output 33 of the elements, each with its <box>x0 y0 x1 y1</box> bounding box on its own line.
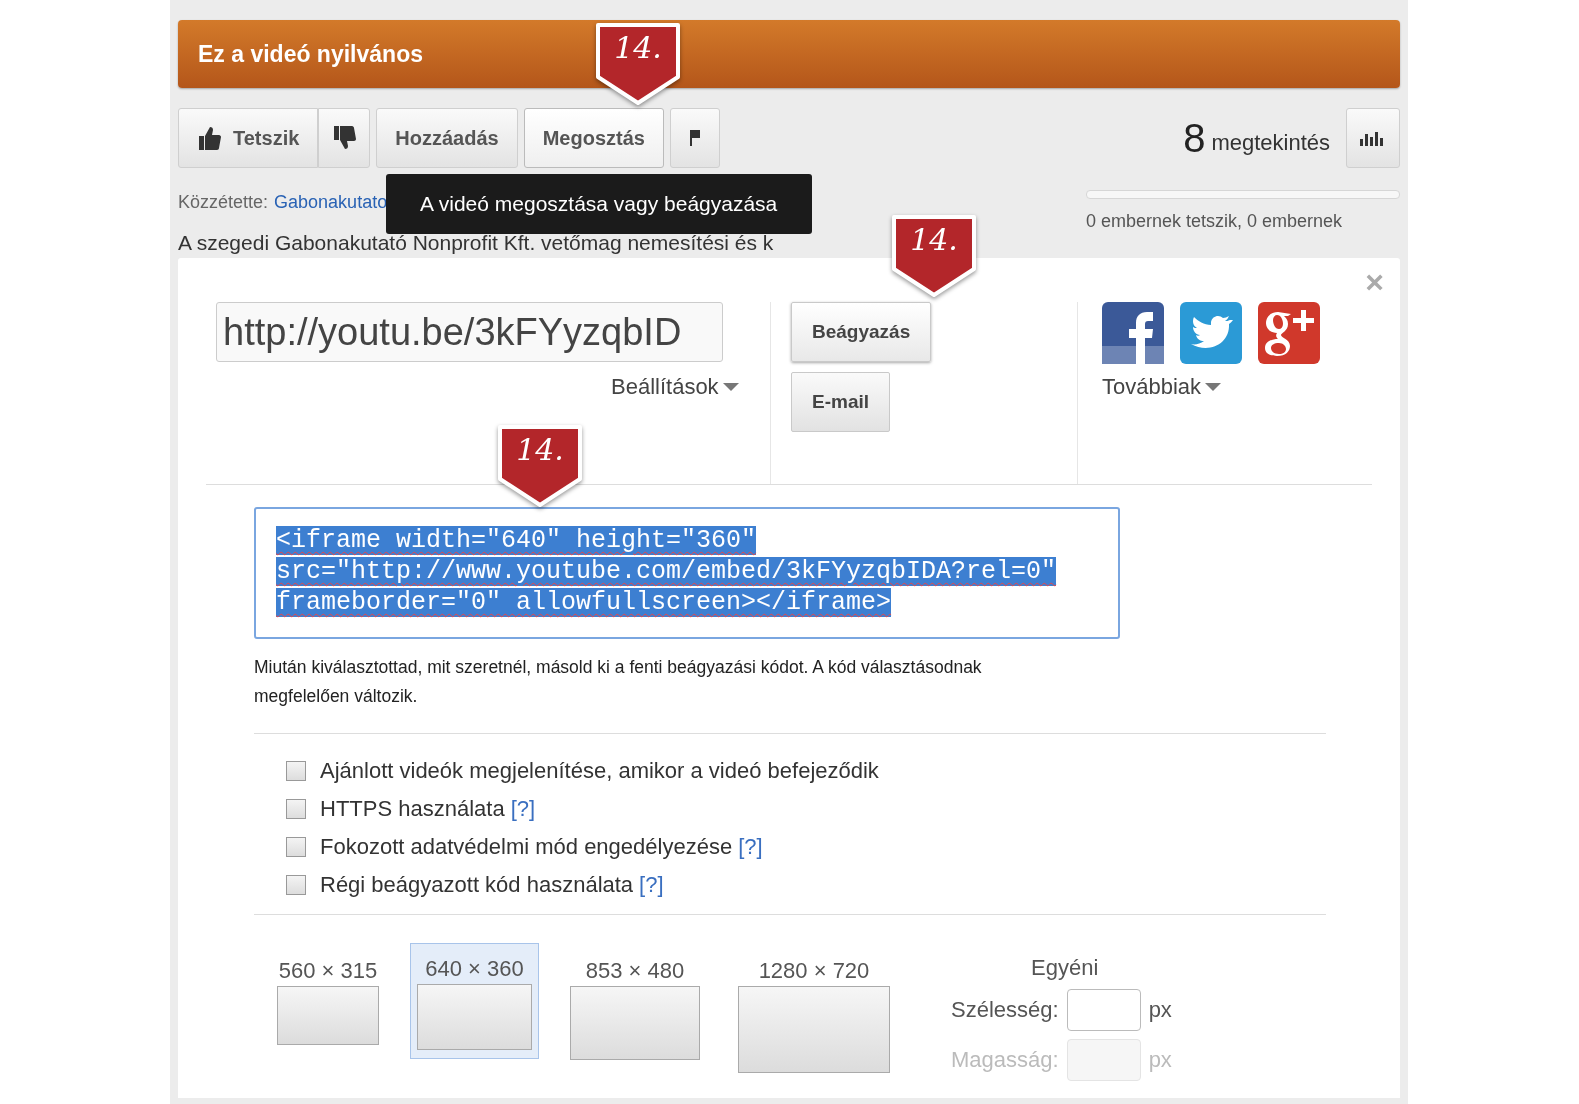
publisher-label: Közzétette: <box>178 192 269 214</box>
help-link[interactable]: [?] <box>510 796 536 822</box>
embed-code-field[interactable]: <iframe width="640" height="360" src="http://www.youtube.com/embed/3kFYyzqbIDA?rel=0" frameborder="0" allowfullscreen></iframe> <box>254 507 1120 639</box>
size-option[interactable]: 853 × 480 <box>563 957 707 1069</box>
url-field[interactable]: http://youtu.be/3kFYyzqbID <box>216 302 723 362</box>
unit-label: px <box>1148 997 1172 1023</box>
settings-dropdown[interactable]: Beállítások <box>611 374 739 400</box>
share-mode-button[interactable]: Beágyazás <box>791 302 932 362</box>
unit-label: px <box>1148 1047 1172 1073</box>
option-label: Ajánlott videók megjelenítése, amikor a videó befejeződik <box>320 758 879 784</box>
size-option[interactable]: 1280 × 720 <box>731 957 897 1082</box>
help-link[interactable]: [?] <box>639 872 664 898</box>
option-label: Fokozott adatvédelmi mód engedélyezése <box>320 834 733 860</box>
publisher-link[interactable]: Gabonakutato <box>274 192 388 232</box>
view-label: megtekintés <box>1211 130 1330 156</box>
size-option[interactable]: 640 × 360 <box>410 943 539 1059</box>
option-label: Régi beágyazott kód használata <box>320 872 634 898</box>
size-option[interactable]: 560 × 315 <box>270 957 386 1054</box>
help-link[interactable]: [?] <box>738 834 763 860</box>
tooltip: A videó megosztása vagy beágyazása <box>385 174 812 234</box>
field-label: Magasság: <box>951 1047 1059 1073</box>
help-text: Miután kiválasztottad, mit szeretnél, másold ki a fenti beágyazási kódot. A kód választásodnak megfelelően változik. <box>254 656 983 708</box>
field-label: Szélesség: <box>951 997 1059 1023</box>
share-mode-button[interactable]: E-mail <box>791 372 891 432</box>
option-label: HTTPS használata <box>320 796 505 822</box>
more-dropdown[interactable]: Továbbiak <box>1102 374 1320 400</box>
like-button[interactable]: Tetszik <box>178 108 319 168</box>
action-button[interactable]: Hozzáadás <box>376 108 518 168</box>
video-status-title: Ez a videó nyilvános <box>198 40 423 68</box>
custom-size-title: Egyéni <box>1031 955 1100 981</box>
action-button[interactable]: Megosztás <box>523 108 664 168</box>
likes-text: 0 embernek tetszik, 0 embernek <box>1086 211 1344 232</box>
view-count: 8 <box>1183 115 1206 161</box>
